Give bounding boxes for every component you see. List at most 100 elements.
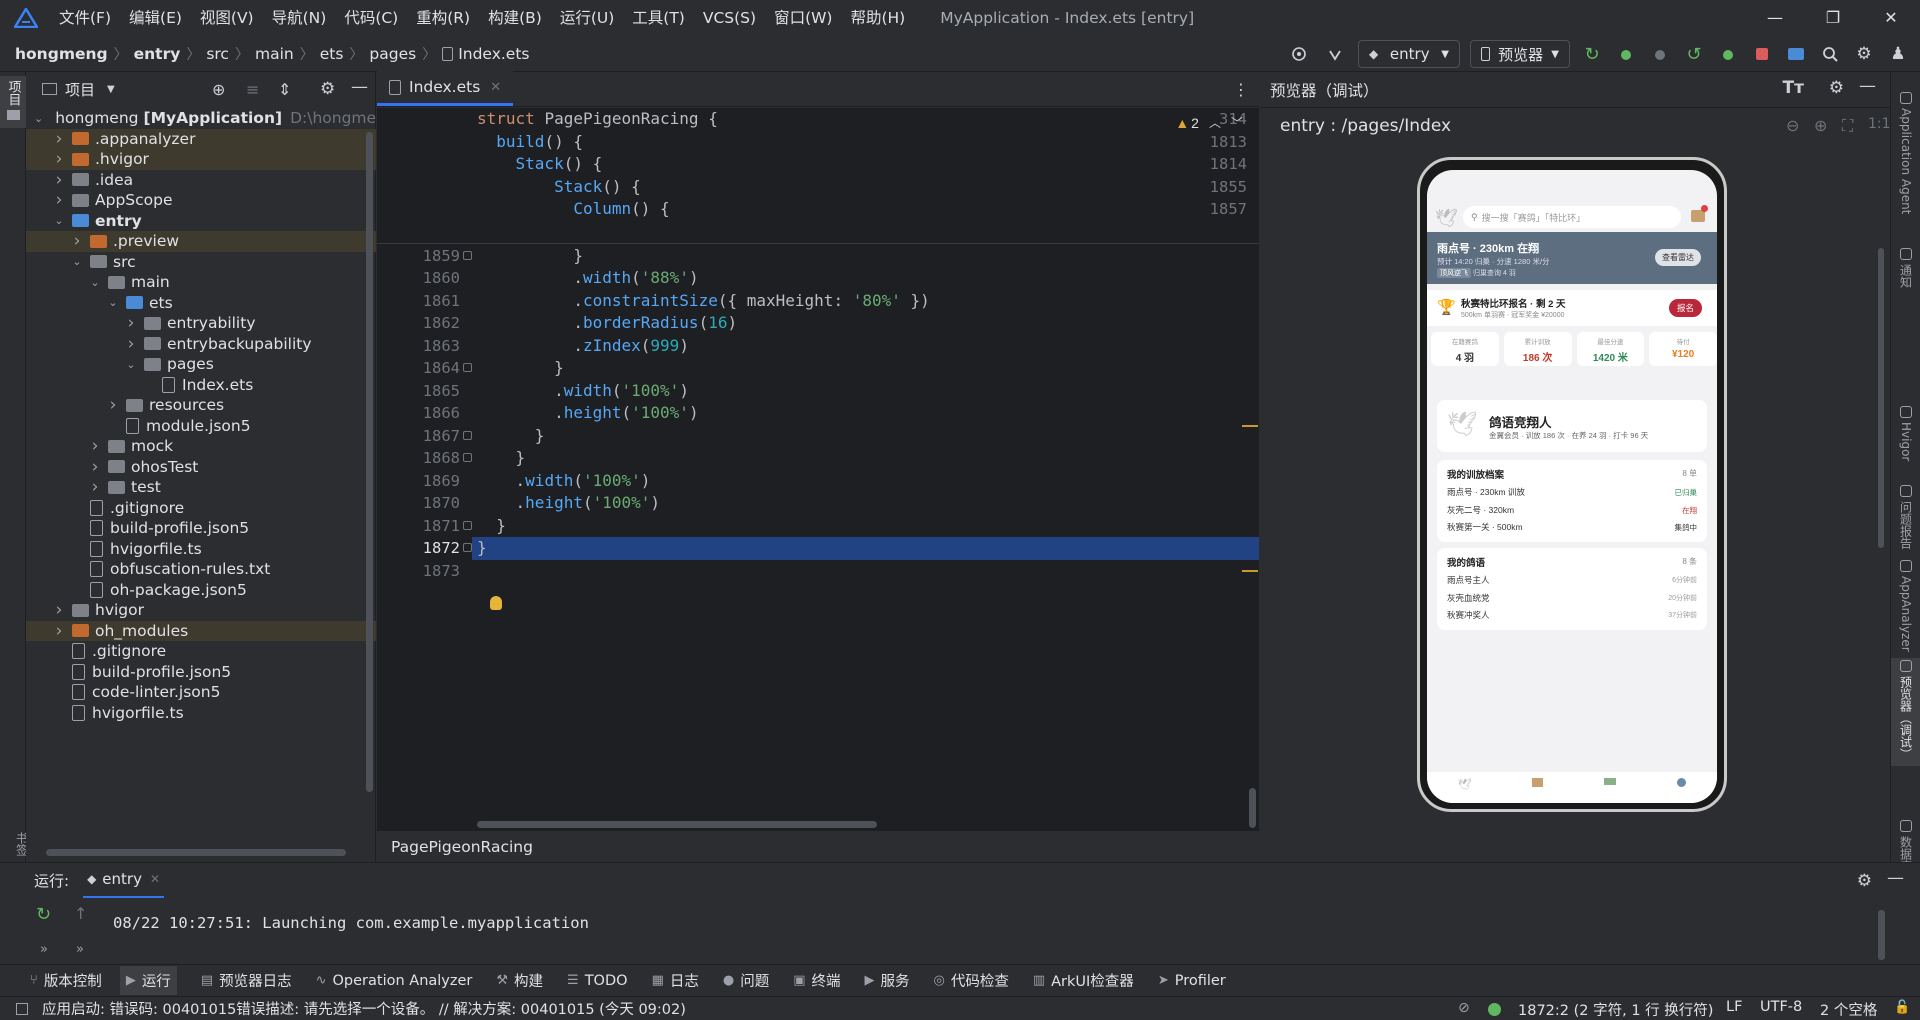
training-row-label[interactable]: 秋赛第一关 · 500km [1447, 521, 1523, 533]
line-separator[interactable]: LF [1726, 999, 1742, 1015]
more-tabs-icon[interactable]: ⋮ [1233, 80, 1249, 99]
menu-item[interactable]: 重构(R) [407, 0, 479, 36]
close-window-button[interactable]: ✕ [1862, 0, 1920, 36]
tree-item[interactable]: hvigorfile.ts [26, 703, 376, 724]
breadcrumb-item[interactable]: pages [369, 45, 416, 63]
fold-marker-icon[interactable] [463, 363, 472, 372]
fold-marker-icon[interactable] [463, 250, 472, 260]
device-selector[interactable]: 预览器 ▼ [1470, 40, 1570, 68]
menu-item[interactable]: 工具(T) [623, 0, 694, 36]
training-tab-icon[interactable] [1604, 778, 1617, 785]
tree-item[interactable]: › ohosTest [26, 457, 376, 478]
run-console[interactable]: ↻ ↑ » » 08/22 10:27:51: Launching com.ex… [0, 898, 1920, 964]
chevron-down-icon[interactable]: ▼ [107, 84, 115, 95]
tree-item[interactable]: obfuscation-rules.txt [26, 559, 376, 580]
expand-icon[interactable]: » [76, 942, 84, 957]
phone-screen[interactable]: 🕊 ⚲ 搜一搜「赛鸽」「特比环」 雨点号 · 230km 在翔 预计 14:20… [1427, 170, 1717, 803]
chevron-down-icon[interactable]: ⌄ [88, 276, 102, 289]
preview-settings-icon[interactable]: ⚙ [1829, 78, 1844, 98]
menu-item[interactable]: 文件(F) [50, 0, 120, 36]
tree-item[interactable]: .gitignore [26, 641, 376, 662]
menu-item[interactable]: 运行(U) [551, 0, 623, 36]
tree-item[interactable]: build-profile.json5 [26, 662, 376, 683]
tool-tab[interactable]: ⑂ 版本控制 [30, 970, 102, 991]
tree-item[interactable]: › .hvigor [26, 149, 376, 170]
tree-item[interactable]: Index.ets [26, 375, 376, 396]
chevron-right-icon[interactable]: › [88, 436, 102, 456]
flight-banner[interactable]: 雨点号 · 230km 在翔 预计 14:20 归巢 · 分速 1280 米/分… [1427, 232, 1717, 284]
device-manager-icon[interactable] [1784, 40, 1808, 68]
apply-changes-icon[interactable]: ↺ [1682, 40, 1706, 68]
prev-highlight-icon[interactable]: ︿ [1209, 114, 1221, 131]
settings-icon[interactable]: ⚙ [1852, 40, 1876, 68]
menu-item[interactable]: 编辑(E) [120, 0, 191, 36]
zoom-ratio[interactable]: 1:1 [1868, 116, 1891, 132]
menu-item[interactable]: VCS(S) [694, 0, 765, 36]
caret-position[interactable]: 1872:2 (2 字符, 1 行 换行符) [1518, 999, 1713, 1020]
tree-item[interactable]: › entrybackupability [26, 334, 376, 355]
collapse-all-icon[interactable]: ⇕ [278, 80, 291, 99]
tree-item[interactable]: › oh_modules [26, 620, 376, 641]
project-panel-title[interactable]: 项目 [65, 79, 95, 100]
code-line[interactable]: .constraintSize({ maxHeight: '80%' }) [477, 290, 929, 313]
target-icon[interactable] [1286, 40, 1312, 68]
fold-marker-icon[interactable] [463, 543, 472, 552]
tool-tab[interactable]: ∿ Operation Analyzer [316, 973, 473, 989]
run-settings-icon[interactable]: ⚙ [1857, 871, 1872, 891]
message-row-label[interactable]: 灰壳血统党 [1447, 592, 1490, 604]
chevron-right-icon[interactable]: › [88, 477, 102, 497]
chevron-down-icon[interactable]: ⌄ [70, 255, 84, 268]
layout-icon[interactable] [16, 1002, 28, 1015]
tree-item[interactable]: › .preview [26, 231, 376, 252]
no-vcs-icon[interactable]: ⊘ [1458, 1000, 1470, 1016]
message-row-label[interactable]: 秋赛冲奖人 [1447, 609, 1490, 621]
account-icon[interactable]: ♟ [1886, 40, 1910, 68]
rerun-icon[interactable]: ↻ [1580, 40, 1604, 68]
menu-item[interactable]: 构建(B) [479, 0, 551, 36]
zoom-out-icon[interactable]: ⊖ [1786, 116, 1799, 135]
stat-card[interactable]: 待付 ¥120 [1649, 332, 1717, 366]
training-card[interactable]: 我的训放档案 8 单 雨点号 · 230km 训放 已归巢 灰壳二号 · 320km… [1437, 460, 1707, 542]
code-line[interactable]: .width('100%') [477, 380, 689, 403]
status-message[interactable]: 应用启动: 错误码: 00401015错误描述: 请先选择一个设备。 // 解决… [42, 998, 686, 1019]
right-tool-button[interactable]: 预览器（调试） [1891, 658, 1920, 766]
code-line[interactable]: .height('100%') [477, 492, 661, 515]
radar-button[interactable]: 查看雷达 [1655, 249, 1701, 266]
code-line[interactable]: } [477, 537, 487, 560]
right-tool-button[interactable]: 问题报告 [1891, 483, 1920, 549]
messages-card[interactable]: 我的鸽语 8 条 雨点号主人 6分钟前 灰壳血统党 20分钟前 秋赛冲奖人 37分钟前 [1437, 548, 1707, 630]
run-config-selector[interactable]: ◆ entry ▼ [1358, 40, 1460, 68]
project-tool-button[interactable]: 项目 [0, 76, 26, 128]
sticky-code-line[interactable]: Column() { [477, 198, 669, 221]
maximize-button[interactable]: ❐ [1804, 0, 1862, 36]
tree-item[interactable]: code-linter.json5 [26, 682, 376, 703]
tree-item[interactable]: › mock [26, 436, 376, 457]
preview-scrollbar[interactable] [1878, 248, 1884, 548]
tree-item[interactable]: › AppScope [26, 190, 376, 211]
signup-button[interactable]: 报名 [1669, 299, 1703, 317]
console-scrollbar[interactable] [1878, 910, 1885, 960]
minimize-button[interactable]: — [1746, 0, 1804, 36]
indent-setting[interactable]: 2 个空格 [1820, 999, 1877, 1020]
tool-tab[interactable]: ▣ 终端 [793, 970, 840, 991]
tree-scrollbar[interactable] [366, 132, 373, 792]
breadcrumb-item[interactable]: entry [134, 45, 181, 63]
close-tab-icon[interactable]: ✕ [150, 872, 160, 886]
tree-hscrollbar[interactable] [46, 849, 346, 856]
tree-item[interactable]: › .appanalyzer [26, 128, 376, 149]
message-row-label[interactable]: 雨点号主人 [1447, 574, 1490, 586]
expand-icon[interactable]: » [40, 942, 48, 957]
chevron-down-icon[interactable]: ⌄ [124, 358, 138, 371]
sticky-code-line[interactable]: build() { [477, 131, 583, 154]
tree-item[interactable]: ⌄ src [26, 252, 376, 273]
right-tool-button[interactable]: Application Agent [1891, 90, 1920, 214]
breadcrumb-item[interactable]: Index.ets [458, 45, 529, 63]
breadcrumb-item[interactable]: src [206, 45, 229, 63]
chevron-right-icon[interactable]: › [70, 231, 84, 251]
tool-tab[interactable]: ▶ 服务 [865, 970, 910, 991]
tool-tab[interactable]: ● 问题 [723, 970, 769, 991]
tree-item[interactable]: module.json5 [26, 416, 376, 437]
tree-item[interactable]: ⌄ main [26, 272, 376, 293]
code-line[interactable]: .width('88%') [477, 267, 698, 290]
code-line[interactable]: } [477, 447, 526, 470]
